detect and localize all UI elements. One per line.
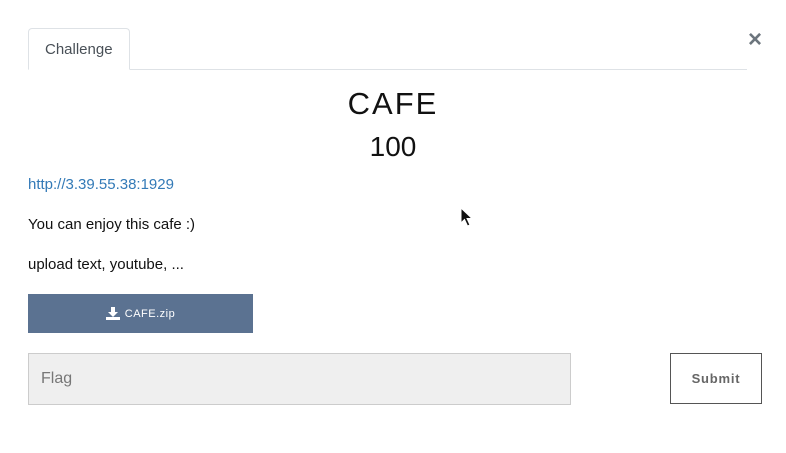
mouse-cursor-icon	[460, 207, 473, 227]
flag-input[interactable]	[28, 353, 571, 405]
description-line-1: You can enjoy this cafe :)	[28, 216, 196, 233]
challenge-points: 100	[369, 131, 417, 162]
download-file-label: CAFE.zip	[124, 307, 176, 320]
challenge-modal: Challenge × CAFE 100 http://3.39.55.38:1…	[0, 0, 786, 453]
close-button[interactable]: ×	[745, 28, 765, 52]
description-line-2: upload text, youtube, ...	[28, 256, 184, 273]
download-icon	[105, 307, 120, 320]
submit-button[interactable]: Submit	[670, 353, 762, 404]
modal-tabs: Challenge	[28, 28, 747, 70]
tab-challenge[interactable]: Challenge	[28, 28, 130, 70]
challenge-name: CAFE	[347, 86, 439, 121]
challenge-link[interactable]: http://3.39.55.38:1929	[28, 176, 174, 193]
download-file-button[interactable]: CAFE.zip	[28, 294, 253, 333]
